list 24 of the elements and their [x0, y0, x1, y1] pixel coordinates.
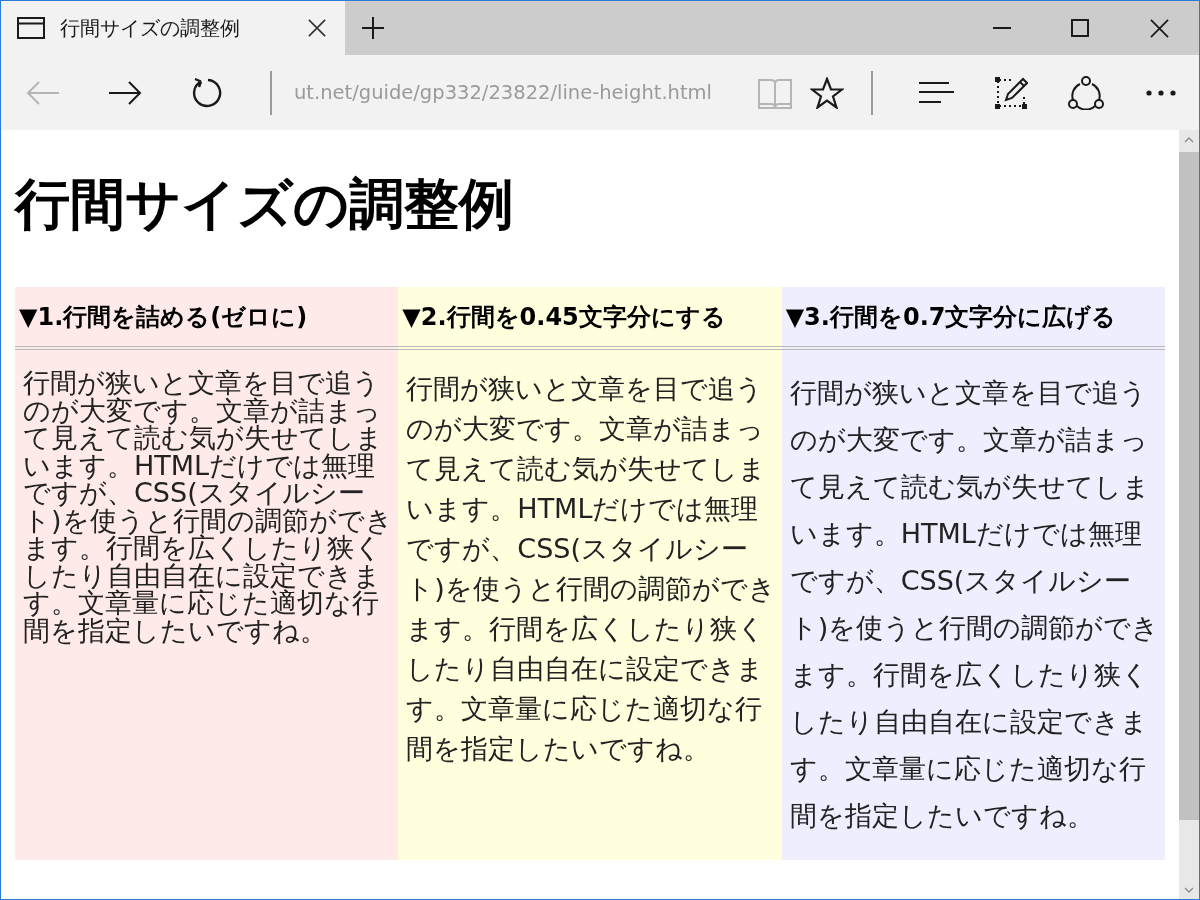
share-icon	[1067, 75, 1104, 110]
body-paragraph: 行間が狭いと文章を目で追うのが大変です。文章が詰まって見えて読む気が失せてしまいます。HTMLだけでは無理ですが、CSS(スタイルシート)を使うと行間の調節ができます。行間を広くしたり狭くしたり自由自在に設定できます。文章量に応じた適切な行間を指定したいですね。	[23, 369, 394, 644]
column-heading: ▼3.行間を0.7文字分に広げる	[785, 301, 1117, 333]
maximize-icon	[1071, 19, 1089, 37]
star-icon	[810, 76, 844, 109]
body-paragraph: 行間が狭いと文章を目で追うのが大変です。文章が詰まって見えて読む気が失せてしまいます。HTMLだけでは無理ですが、CSS(スタイルシート)を使うと行間の調節ができます。行間を広くしたり狭くしたり自由自在に設定できます。文章量に応じた適切な行間を指定したいですね。	[789, 376, 1161, 833]
scroll-down-icon	[1184, 887, 1194, 893]
close-icon	[308, 19, 326, 37]
page-heading: 行間サイズの調整例	[15, 171, 515, 238]
column-heading: ▼1.行間を詰める(ゼロに)	[19, 301, 308, 333]
refresh-icon	[191, 76, 223, 109]
body-paragraph: 行間が狭いと文章を目で追うのが大変です。文章が詰まって見えて読む気が失せてしまいます。HTMLだけでは無理ですが、CSS(スタイルシート)を使うと行間の調節ができます。行間を広くしたり狭くしたり自由自在に設定できます。文章量に応じた適切な行間を指定したいですね。	[406, 372, 777, 766]
scroll-up-icon	[1184, 137, 1194, 143]
lines-icon	[917, 80, 954, 105]
close-icon	[1149, 18, 1169, 38]
plus-icon	[362, 17, 384, 39]
back-arrow-icon	[26, 79, 60, 106]
browser-tab[interactable]: 行間サイズの調整例	[1, 1, 345, 55]
page-icon	[17, 17, 45, 39]
minimize-icon	[993, 27, 1011, 29]
column-heading: ▼2.行間を0.45文字分にする	[402, 301, 726, 333]
more-icon	[1145, 89, 1176, 96]
forward-arrow-icon	[108, 79, 142, 106]
pen-square-icon	[993, 75, 1028, 110]
